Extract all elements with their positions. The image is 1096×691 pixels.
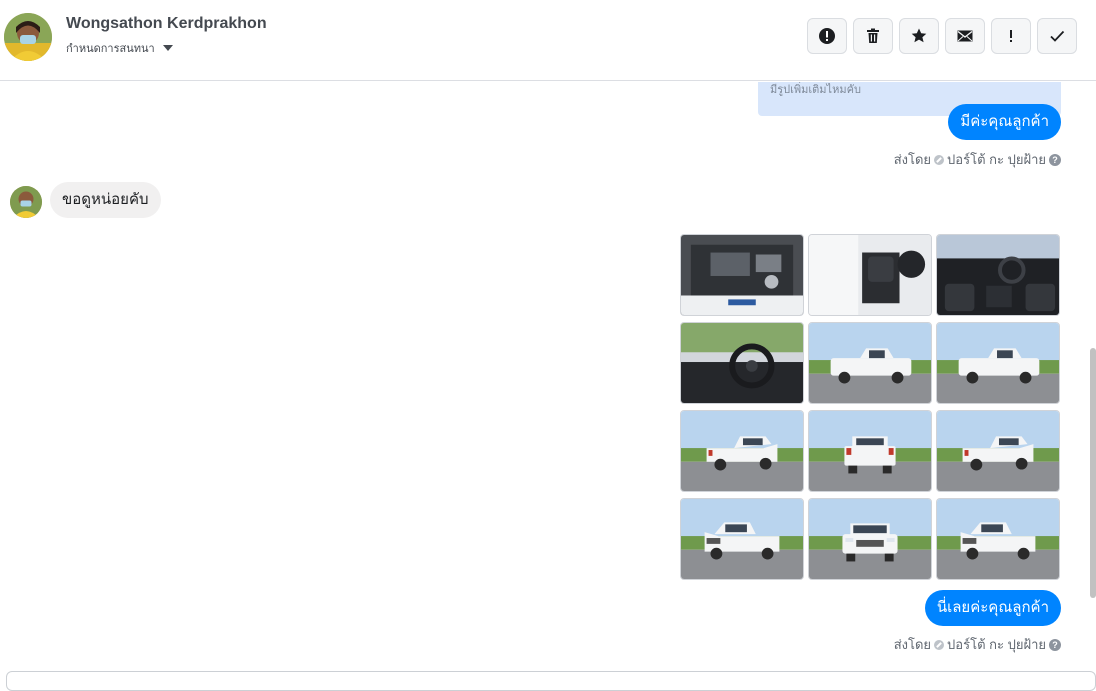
sent-by-label: ส่งโดย (893, 637, 932, 652)
photo-thumbnail-truck-rear-right[interactable] (936, 410, 1060, 492)
photo-thumbnail-truck-side-right[interactable] (936, 322, 1060, 404)
help-icon[interactable]: ? (1049, 638, 1061, 651)
exclamation-icon (1010, 30, 1012, 42)
seen-icon (934, 154, 945, 165)
delete-button[interactable] (853, 18, 893, 54)
photo-attachment-grid (680, 234, 1060, 580)
photo-thumbnail-engine-bay[interactable] (680, 234, 804, 316)
envelope-icon (957, 30, 973, 42)
contact-avatar-small (10, 186, 42, 218)
sender-name: ปอร์โต้ กะ ปุยฝ้าย (947, 152, 1046, 167)
photo-thumbnail-truck-side-left[interactable] (808, 322, 932, 404)
quoted-text: มีรูปเพิ่มเติมไหมคับ (770, 84, 861, 96)
photo-thumbnail-truck-front-angle[interactable] (680, 498, 804, 580)
conversation-header: Wongsathon Kerdprakhon กำหนดการสนทนา (0, 0, 1096, 81)
sent-by-label: ส่งโดย (893, 152, 932, 167)
photo-thumbnail-truck-rear-angle[interactable] (680, 410, 804, 492)
priority-button[interactable] (991, 18, 1031, 54)
assign-conversation-dropdown[interactable]: กำหนดการสนทนา (66, 39, 173, 57)
message-thread[interactable]: มีรูปเพิ่มเติมไหมคับ มีค่ะคุณลูกค้า ส่งโ… (0, 82, 1096, 677)
trash-icon (867, 28, 879, 43)
contact-avatar[interactable] (4, 13, 52, 61)
photo-thumbnail-truck-front-right[interactable] (936, 498, 1060, 580)
photo-thumbnail-truck-rear[interactable] (808, 410, 932, 492)
mark-unread-button[interactable] (945, 18, 985, 54)
done-button[interactable] (1037, 18, 1077, 54)
help-icon[interactable]: ? (1049, 153, 1061, 166)
photo-thumbnail-driver-seat[interactable] (808, 234, 932, 316)
conversation-toolbar (807, 18, 1077, 54)
incoming-message[interactable]: ขอดูหน่อยคับ (50, 182, 161, 218)
star-button[interactable] (899, 18, 939, 54)
alert-circle-icon (819, 28, 835, 44)
spam-button[interactable] (807, 18, 847, 54)
outgoing-message[interactable]: นี่เลยค่ะคุณลูกค้า (924, 590, 1061, 626)
sent-by-info: ส่งโดย ปอร์โต้ กะ ปุยฝ้าย ? (894, 634, 1061, 655)
outgoing-message[interactable]: มีค่ะคุณลูกค้า (948, 104, 1061, 140)
photo-thumbnail-steering-wheel[interactable] (680, 322, 804, 404)
photo-thumbnail-truck-front[interactable] (808, 498, 932, 580)
photo-thumbnail-dashboard[interactable] (936, 234, 1060, 316)
check-icon (1050, 30, 1065, 42)
contact-name[interactable]: Wongsathon Kerdprakhon (66, 15, 267, 33)
chevron-down-icon (162, 45, 173, 51)
scrollbar[interactable] (1090, 348, 1096, 598)
message-composer[interactable] (6, 671, 1096, 691)
star-icon (911, 28, 927, 43)
sender-name: ปอร์โต้ กะ ปุยฝ้าย (947, 637, 1046, 652)
sent-by-info: ส่งโดย ปอร์โต้ กะ ปุยฝ้าย ? (894, 149, 1061, 170)
seen-icon (934, 639, 945, 650)
assign-label: กำหนดการสนทนา (66, 43, 155, 55)
